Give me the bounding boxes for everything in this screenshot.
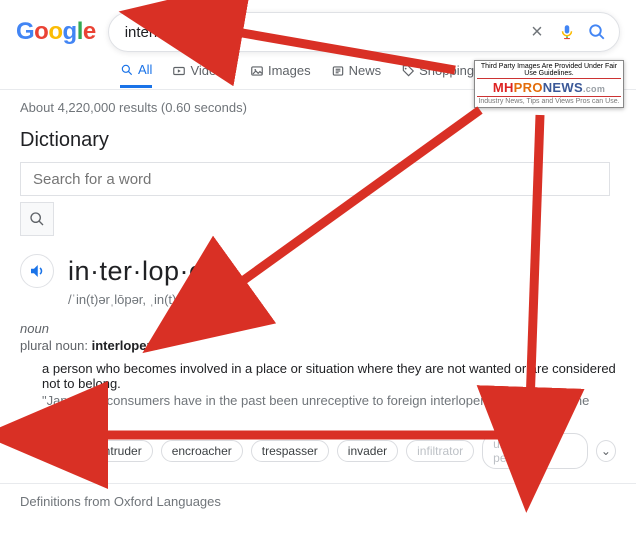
video-icon — [172, 64, 186, 78]
dictionary-card: Dictionary in·ter·lop·er /ˈin(t)ərˌlōpər… — [0, 121, 636, 484]
speaker-icon — [28, 262, 46, 280]
similar-row: Similar: intruder encroacher trespasser … — [42, 433, 616, 469]
search-small-icon — [120, 63, 134, 77]
definition-text: a person who becomes involved in a place… — [42, 361, 616, 391]
badge-disclaimer: Third Party Images Are Provided Under Fa… — [477, 63, 621, 77]
search-icon[interactable] — [585, 20, 609, 44]
google-logo[interactable]: Google — [16, 18, 96, 46]
tab-shopping[interactable]: Shopping — [401, 63, 474, 86]
tag-icon — [401, 64, 415, 78]
headword-text: in·ter·lop·er — [68, 256, 214, 287]
similar-chip[interactable]: invader — [337, 440, 398, 462]
dictionary-search-input[interactable] — [20, 162, 610, 196]
search-input[interactable] — [125, 24, 519, 41]
similar-chip[interactable]: intruder — [90, 440, 153, 462]
tab-news-label: News — [349, 63, 382, 78]
similar-chip[interactable]: unwanted person — [482, 433, 588, 469]
tab-shopping-label: Shopping — [419, 63, 474, 78]
image-icon — [250, 64, 264, 78]
expand-similar-icon[interactable]: ⌄ — [596, 440, 616, 462]
tab-all-label: All — [138, 62, 152, 77]
tab-videos-label: Videos — [190, 63, 230, 78]
dictionary-heading: Dictionary — [20, 129, 616, 152]
clear-icon[interactable]: × — [525, 20, 549, 44]
dictionary-search-button[interactable] — [20, 202, 54, 236]
pronunciation: /ˈin(t)ərˌlōpər, ˌin(t)ərˈlōpər/ — [68, 292, 616, 307]
tab-news[interactable]: News — [331, 63, 382, 86]
voice-search-icon[interactable] — [555, 20, 579, 44]
similar-chip[interactable]: trespasser — [251, 440, 329, 462]
part-of-speech: noun — [20, 321, 616, 336]
similar-label: Similar: — [42, 444, 82, 458]
tab-videos[interactable]: Videos — [172, 63, 230, 86]
search-bar: × — [108, 12, 620, 52]
plural-line: plural noun: interlopers — [20, 338, 616, 353]
news-icon — [331, 64, 345, 78]
tab-images[interactable]: Images — [250, 63, 311, 86]
badge-brand: MHPRONEWS.com — [477, 80, 621, 95]
badge-tagline: Industry News, Tips and Views Pros can U… — [477, 98, 621, 105]
tab-all[interactable]: All — [120, 62, 152, 88]
pronounce-button[interactable] — [20, 254, 54, 288]
similar-chip[interactable]: encroacher — [161, 440, 243, 462]
tab-images-label: Images — [268, 63, 311, 78]
example-sentence: "Japanese consumers have in the past bee… — [42, 393, 616, 423]
mhpronews-badge: Third Party Images Are Provided Under Fa… — [474, 60, 624, 108]
similar-chip[interactable]: infiltrator — [406, 440, 474, 462]
definition-source: Definitions from Oxford Languages — [0, 484, 636, 509]
